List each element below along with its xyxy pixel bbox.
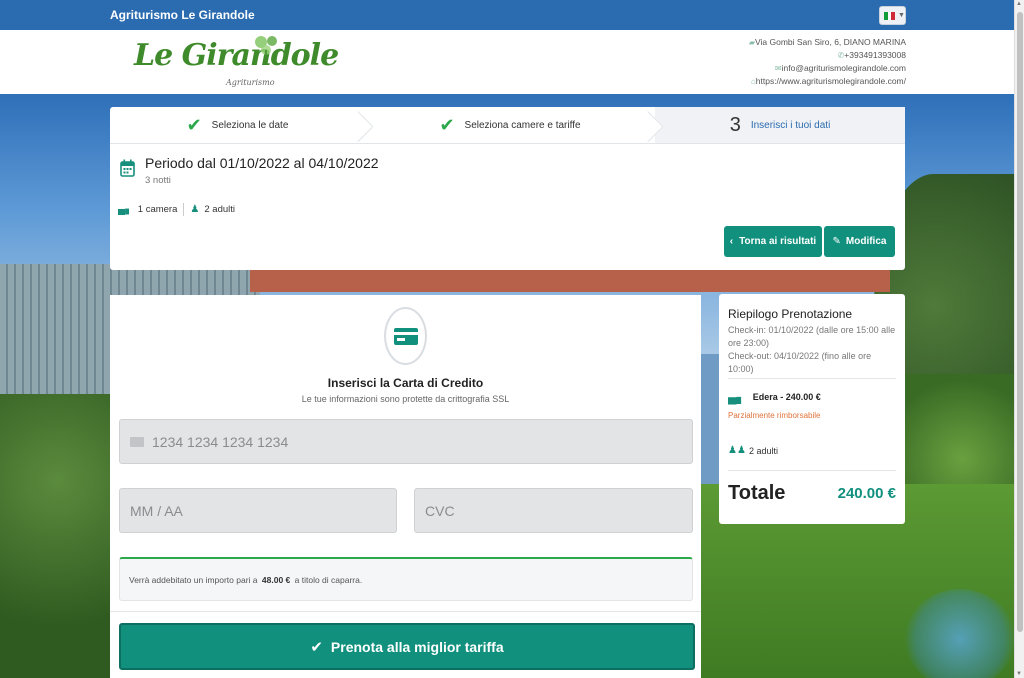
email-text: info@agriturismolegirandole.com — [781, 63, 906, 73]
deposit-note: Verrà addebitato un importo pari a 48.00… — [119, 557, 693, 601]
step-label: Inserisci i tuoi dati — [750, 119, 831, 131]
map-icon: ▰ — [748, 38, 755, 47]
step-separator — [357, 107, 373, 143]
card-number-placeholder: 1234 1234 1234 1234 — [152, 433, 289, 450]
check-icon: ✔ — [310, 638, 323, 656]
summary-title: Riepilogo Prenotazione — [728, 307, 853, 321]
cvc-placeholder: CVC — [425, 502, 455, 519]
card-number-input[interactable]: 1234 1234 1234 1234 — [119, 419, 693, 464]
guests-count: 2 adulti — [204, 204, 235, 215]
note-suffix: a titolo di caparra. — [294, 574, 363, 585]
divider — [728, 470, 896, 471]
chevron-down-icon: ▼ — [898, 12, 905, 19]
divider — [183, 203, 185, 216]
stay-period: Periodo dal 01/10/2022 al 04/10/2022 3 n… — [120, 155, 379, 186]
period-title: Periodo dal 01/10/2022 al 04/10/2022 — [145, 155, 379, 171]
checkin-text: Check-in: 01/10/2022 (dalle ore 15:00 al… — [728, 325, 896, 348]
button-label: Prenota alla miglior tariffa — [330, 638, 504, 655]
payment-panel: Inserisci la Carta di Credito Le tue inf… — [110, 295, 701, 678]
note-prefix: Verrà addebitato un importo pari a — [129, 574, 258, 585]
email-row[interactable]: ✉info@agriturismolegirandole.com — [745, 62, 906, 75]
phone-icon: ✆ — [837, 51, 845, 60]
booking-overview-panel: ✔ Seleziona le date ✔ Seleziona camere e… — [110, 107, 905, 270]
credit-card-icon — [384, 307, 427, 365]
edit-button[interactable]: ✎ Modifica — [824, 226, 895, 257]
phone-text: +393491393008 — [844, 50, 906, 60]
logo[interactable]: Le Girandole Agriturismo — [134, 36, 339, 87]
people-icon: ♟♟ — [728, 445, 746, 456]
room-line: ▄▖ Edera - 240.00 € — [728, 390, 821, 404]
payment-subtitle: Le tue informazioni sono protette da cri… — [301, 394, 510, 404]
top-bar: Agriturismo Le Girandole ▼ — [0, 0, 1024, 30]
bed-icon: ▄▖ — [728, 390, 746, 404]
scroll-up-icon[interactable]: ▲ — [1016, 1, 1022, 7]
phone-row[interactable]: ✆+393491393008 — [745, 49, 906, 62]
button-label: Torna ai risultati — [739, 236, 817, 247]
book-button[interactable]: ✔ Prenota alla miglior tariffa — [119, 623, 695, 670]
page-scrollbar[interactable]: ▲ ▼ — [1014, 0, 1024, 678]
total-label: Totale — [728, 482, 786, 504]
nights-count: 3 notti — [145, 175, 171, 186]
step-select-rooms[interactable]: ✔ Seleziona camere e tariffe — [365, 107, 655, 143]
envelope-icon: ✉ — [774, 64, 782, 73]
scroll-down-icon[interactable]: ▼ — [1016, 671, 1022, 677]
site-header: Le Girandole Agriturismo ▰Via Gombi San … — [0, 30, 1024, 94]
scrollbar-thumb[interactable] — [1017, 12, 1023, 632]
shrubs — [0, 394, 115, 678]
summary-guests: ♟♟ 2 adulti — [728, 445, 778, 456]
summary-dates: Check-in: 01/10/2022 (dalle ore 15:00 al… — [728, 324, 898, 376]
brand-name[interactable]: Agriturismo Le Girandole — [110, 8, 255, 22]
lens-glare — [905, 589, 1015, 678]
contact-info: ▰Via Gombi San Siro, 6, DIANO MARINA ✆+3… — [745, 36, 906, 88]
address-text: Via Gombi San Siro, 6, DIANO MARINA — [754, 37, 906, 47]
italian-flag-icon — [884, 11, 896, 20]
deposit-amount: 48.00 € — [261, 574, 291, 585]
address-row: ▰Via Gombi San Siro, 6, DIANO MARINA — [745, 36, 906, 49]
back-to-results-button[interactable]: ‹ Torna ai risultati — [724, 226, 822, 257]
payment-title: Inserisci la Carta di Credito — [327, 376, 484, 390]
website-row[interactable]: ⌂https://www.agriturismolegirandole.com/ — [745, 75, 906, 88]
person-icon: ♟ — [190, 204, 200, 215]
check-icon: ✔ — [186, 114, 202, 135]
step-label: Seleziona le date — [211, 119, 289, 131]
step-label: Seleziona camere e tariffe — [464, 119, 581, 131]
check-icon: ✔ — [439, 114, 455, 135]
pinwheel-icon — [255, 36, 277, 60]
pencil-icon: ✎ — [832, 236, 841, 247]
cvc-input[interactable]: CVC — [414, 488, 693, 533]
expiry-placeholder: MM / AA — [130, 502, 183, 519]
bed-icon: ▄▖ — [118, 204, 133, 215]
checkout-text: Check-out: 04/10/2022 (fino alle ore 10:… — [728, 351, 872, 374]
step-enter-details: 3 Inserisci i tuoi dati — [655, 107, 905, 143]
website-link: https://www.agriturismolegirandole.com/ — [755, 76, 906, 86]
chevron-left-icon: ‹ — [729, 236, 734, 247]
total-value: 240.00 € — [837, 485, 896, 502]
home-icon: ⌂ — [750, 77, 756, 86]
booking-meta: ▄▖ 1 camera ♟ 2 adulti — [118, 203, 235, 216]
divider — [728, 378, 896, 379]
room-name-price: Edera - 240.00 € — [752, 392, 821, 402]
refund-policy: Parzialmente rimborsabile — [728, 411, 821, 420]
logo-text: Le Girandole — [134, 38, 339, 73]
step-number: 3 — [729, 113, 741, 136]
expiry-input[interactable]: MM / AA — [119, 488, 397, 533]
step-separator — [647, 107, 663, 143]
calendar-icon — [120, 159, 135, 177]
language-selector[interactable]: ▼ — [879, 6, 906, 25]
guests-text: 2 adulti — [748, 445, 778, 456]
booking-summary-panel: Riepilogo Prenotazione Check-in: 01/10/2… — [719, 294, 905, 524]
rooms-count: 1 camera — [137, 204, 178, 215]
divider — [110, 611, 701, 612]
progress-steps: ✔ Seleziona le date ✔ Seleziona camere e… — [110, 107, 905, 144]
card-icon — [130, 436, 144, 447]
logo-subtitle: Agriturismo — [226, 78, 275, 87]
button-label: Modifica — [845, 236, 887, 247]
step-select-dates[interactable]: ✔ Seleziona le date — [110, 107, 365, 143]
